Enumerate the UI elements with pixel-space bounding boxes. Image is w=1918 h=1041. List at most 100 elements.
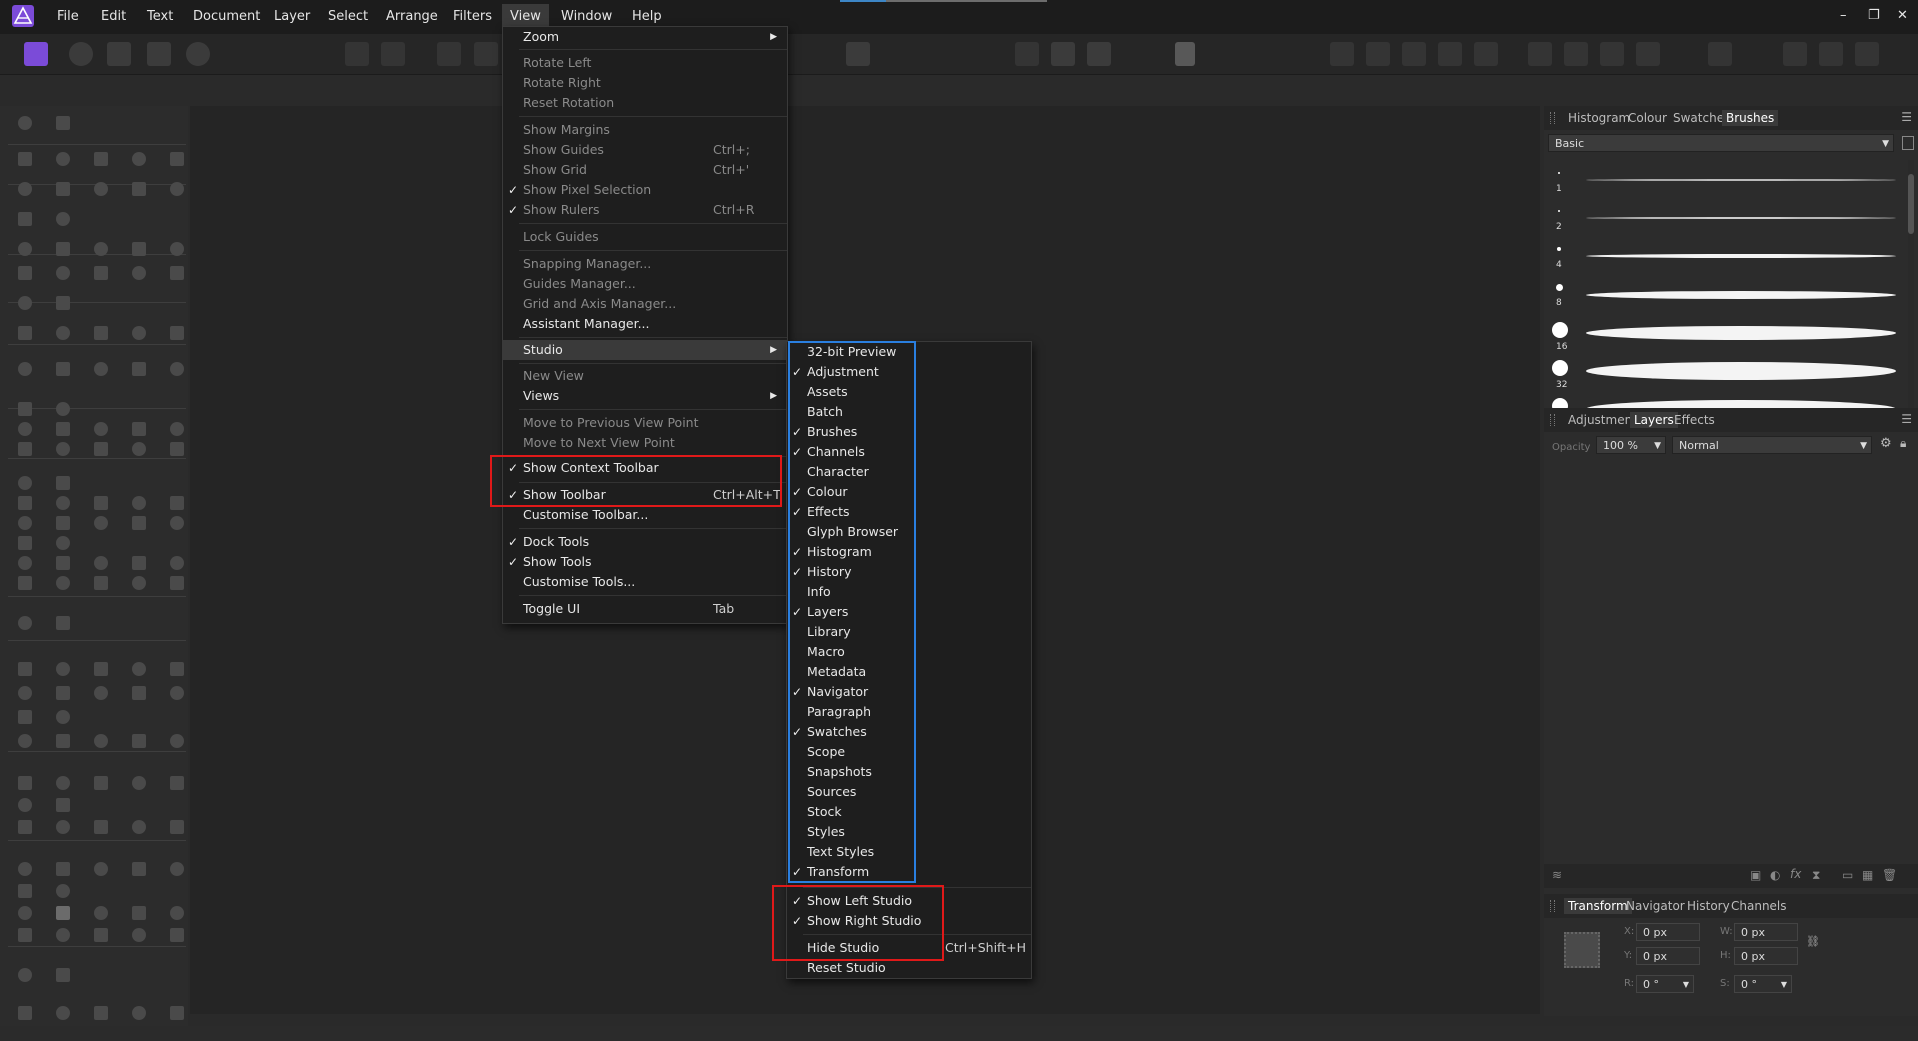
tool-icon[interactable] <box>94 576 108 590</box>
link-icon[interactable]: ⛓ <box>1806 935 1820 948</box>
tool-icon[interactable] <box>18 536 32 550</box>
tool-icon[interactable] <box>170 686 184 700</box>
tool-icon[interactable] <box>94 1006 108 1020</box>
tool-icon[interactable] <box>18 576 32 590</box>
tab-transform[interactable]: Transform <box>1564 898 1632 914</box>
brush-scrollbar[interactable] <box>1908 160 1914 410</box>
toolbar-icon-2[interactable] <box>381 42 405 66</box>
menu-item-glyph-browser[interactable]: Glyph Browser <box>787 522 1031 542</box>
menu-item-info[interactable]: Info <box>787 582 1031 602</box>
tool-icon[interactable] <box>56 182 70 196</box>
menu-item-move-previous-view-point[interactable]: Move to Previous View Point <box>503 413 787 433</box>
menu-item-show-tools[interactable]: ✓ Show Tools <box>503 552 787 572</box>
tool-icon[interactable] <box>18 362 32 376</box>
tool-icon[interactable] <box>56 576 70 590</box>
tab-adjustment[interactable]: Adjustment <box>1568 413 1637 427</box>
tool-icon[interactable] <box>56 798 70 812</box>
tab-layers[interactable]: Layers <box>1630 412 1678 428</box>
menu-filters[interactable]: Filters <box>453 9 492 24</box>
anchor-point-icon[interactable] <box>1564 932 1600 968</box>
toolbar-icon-4[interactable] <box>474 42 498 66</box>
menu-item-stock[interactable]: Stock <box>787 802 1031 822</box>
panel-grip-icon[interactable] <box>1550 900 1555 912</box>
tab-colour[interactable]: Colour <box>1628 111 1667 125</box>
tool-icon[interactable] <box>56 116 70 130</box>
brush-view-icon[interactable] <box>1902 136 1914 150</box>
tool-icon[interactable] <box>170 326 184 340</box>
tool-icon[interactable] <box>132 862 146 876</box>
tool-icon[interactable] <box>170 906 184 920</box>
tab-effects[interactable]: Effects <box>1674 413 1715 427</box>
menu-item-adjustment[interactable]: ✓ Adjustment <box>787 362 1031 382</box>
tool-icon[interactable] <box>94 422 108 436</box>
tool-icon[interactable] <box>94 362 108 376</box>
tool-icon[interactable] <box>18 516 32 530</box>
menu-item-metadata[interactable]: Metadata <box>787 662 1031 682</box>
menu-text[interactable]: Text <box>147 9 173 24</box>
menu-item-dock-tools[interactable]: ✓ Dock Tools <box>503 532 787 552</box>
blend-mode-select[interactable]: Normal ▼ <box>1672 436 1872 454</box>
menu-help[interactable]: Help <box>632 9 662 24</box>
menu-item-zoom[interactable]: Zoom ▶ <box>503 27 787 47</box>
tool-icon[interactable] <box>132 266 146 280</box>
tone-mapping-persona-icon[interactable] <box>147 42 171 66</box>
menu-item-assets[interactable]: Assets <box>787 382 1031 402</box>
tool-icon[interactable] <box>56 820 70 834</box>
panel-grip-icon[interactable] <box>1550 414 1555 426</box>
w-field[interactable]: 0 px <box>1734 923 1798 941</box>
menu-item-hide-studio[interactable]: Hide Studio Ctrl+Shift+H <box>787 938 1031 958</box>
tool-icon[interactable] <box>170 422 184 436</box>
tool-icon[interactable] <box>94 326 108 340</box>
tool-icon[interactable] <box>170 496 184 510</box>
menu-arrange[interactable]: Arrange <box>386 9 438 24</box>
menu-item-rotate-right[interactable]: Rotate Right <box>503 73 787 93</box>
tool-icon[interactable] <box>56 442 70 456</box>
tool-icon[interactable] <box>18 862 32 876</box>
tool-icon[interactable] <box>132 496 146 510</box>
tool-icon[interactable] <box>56 734 70 748</box>
photo-persona-icon[interactable] <box>24 42 48 66</box>
tab-brushes[interactable]: Brushes <box>1722 110 1779 126</box>
menu-item-show-guides[interactable]: Show Guides Ctrl+; <box>503 140 787 160</box>
menu-item-32-bit-preview[interactable]: 32-bit Preview <box>787 342 1031 362</box>
tool-icon[interactable] <box>132 242 146 256</box>
tool-icon[interactable] <box>132 516 146 530</box>
tool-icon[interactable] <box>132 182 146 196</box>
tool-icon[interactable] <box>56 362 70 376</box>
brush-category-select[interactable]: Basic ▼ <box>1548 134 1894 152</box>
tool-icon[interactable] <box>56 662 70 676</box>
tool-icon[interactable] <box>94 820 108 834</box>
toolbar-icon-1[interactable] <box>345 42 369 66</box>
tool-icon[interactable] <box>18 182 32 196</box>
toolbar-icon-8[interactable] <box>1087 42 1111 66</box>
tool-icon[interactable] <box>18 422 32 436</box>
toolbar-icon-13[interactable] <box>1438 42 1462 66</box>
tool-icon[interactable] <box>56 686 70 700</box>
folder-icon[interactable]: ▭ <box>1842 868 1853 882</box>
toolbar-icon-21[interactable] <box>1819 42 1843 66</box>
menu-item-scope[interactable]: Scope <box>787 742 1031 762</box>
tool-icon[interactable] <box>170 556 184 570</box>
tool-icon[interactable] <box>132 576 146 590</box>
menu-item-show-grid[interactable]: Show Grid Ctrl+' <box>503 160 787 180</box>
y-field[interactable]: 0 px <box>1636 947 1700 965</box>
tool-icon[interactable] <box>170 734 184 748</box>
toolbar-icon-6[interactable] <box>1015 42 1039 66</box>
tool-icon[interactable] <box>56 556 70 570</box>
rotation-field[interactable]: 0 ° ▼ <box>1636 975 1694 993</box>
menu-item-toggle-ui[interactable]: Toggle UI Tab <box>503 599 787 619</box>
menu-item-reset-rotation[interactable]: Reset Rotation <box>503 93 787 113</box>
liquify-persona-icon[interactable] <box>69 42 93 66</box>
tool-icon[interactable] <box>170 576 184 590</box>
menu-item-show-right-studio[interactable]: ✓ Show Right Studio <box>787 911 1031 931</box>
close-icon[interactable]: ✕ <box>1897 8 1908 23</box>
menu-file[interactable]: File <box>57 9 79 24</box>
tool-icon[interactable] <box>18 266 32 280</box>
tool-icon[interactable] <box>56 422 70 436</box>
tool-icon[interactable] <box>56 710 70 724</box>
menu-item-grid-axis-manager[interactable]: Grid and Axis Manager... <box>503 294 787 314</box>
tool-icon[interactable] <box>132 422 146 436</box>
tool-icon[interactable] <box>18 884 32 898</box>
tool-icon[interactable] <box>18 326 32 340</box>
menu-item-library[interactable]: Library <box>787 622 1031 642</box>
